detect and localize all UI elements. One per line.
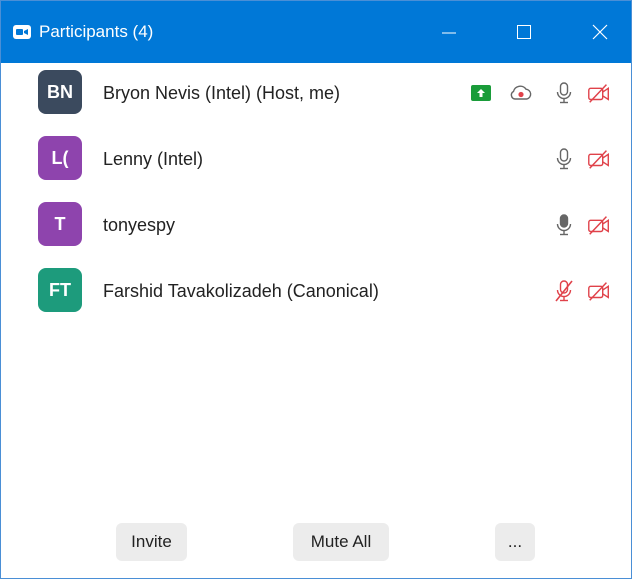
avatar: L(: [38, 136, 82, 180]
upload-share-icon[interactable]: [468, 80, 494, 106]
video-off-icon[interactable]: [586, 80, 612, 106]
mute-all-button[interactable]: Mute All: [293, 523, 389, 561]
maximize-button[interactable]: [508, 15, 540, 49]
microphone-muted-icon[interactable]: [551, 278, 577, 304]
participant-name: tonyespy: [103, 215, 176, 235]
close-button[interactable]: [584, 15, 616, 49]
avatar: T: [38, 202, 82, 246]
microphone-active-icon[interactable]: [551, 212, 577, 238]
participant-name: Farshid Tavakolizadeh (Canonical): [103, 281, 379, 301]
participant-row[interactable]: BN Bryon Nevis (Intel) (Host, me): [1, 63, 631, 129]
title-bar[interactable]: Participants (4): [1, 1, 631, 63]
zoom-camera-icon: [13, 25, 31, 39]
participant-name: Bryon Nevis (Intel) (Host, me): [103, 83, 341, 103]
minimize-button[interactable]: [433, 15, 465, 49]
microphone-icon[interactable]: [551, 146, 577, 172]
avatar: FT: [38, 268, 82, 312]
window-title: Participants (4): [39, 22, 154, 41]
more-options-button[interactable]: ...: [495, 523, 535, 561]
microphone-icon[interactable]: [551, 80, 577, 106]
participant-row[interactable]: L( Lenny (Intel): [1, 129, 631, 195]
participant-row[interactable]: FT Farshid Tavakolizadeh (Canonical): [1, 261, 631, 327]
participants-window: Participants (4) BN Bryon Nevis (Intel) …: [0, 0, 632, 579]
video-off-icon[interactable]: [586, 278, 612, 304]
video-off-icon[interactable]: [586, 212, 612, 238]
video-off-icon[interactable]: [586, 146, 612, 172]
avatar: BN: [38, 70, 82, 114]
participant-name: Lenny (Intel): [103, 149, 204, 169]
invite-button[interactable]: Invite: [116, 523, 187, 561]
cloud-record-icon[interactable]: [508, 80, 534, 106]
participant-row[interactable]: T tonyespy: [1, 195, 631, 261]
